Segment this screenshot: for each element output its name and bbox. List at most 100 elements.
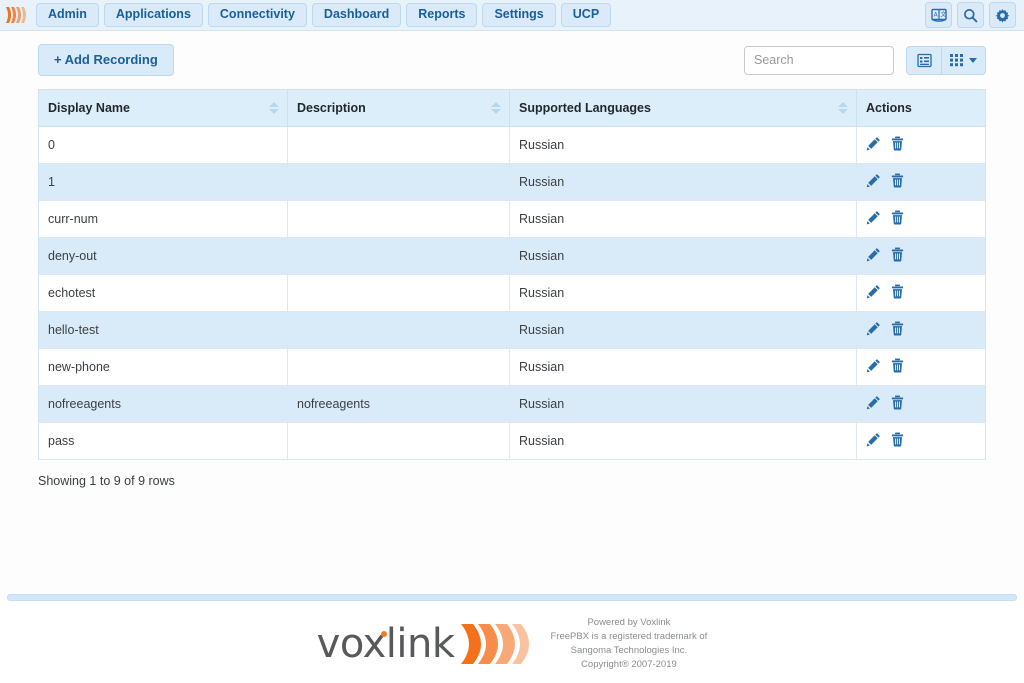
plus-icon: + <box>54 52 62 67</box>
sidebar-item-dashboard[interactable]: Dashboard <box>311 3 402 27</box>
view-button-group <box>906 45 986 75</box>
gear-icon <box>995 8 1010 23</box>
toolbar-right <box>744 45 986 75</box>
sidebar-item-applications[interactable]: Applications <box>103 3 203 27</box>
column-label-display-name: Display Name <box>48 101 130 115</box>
footer-line-3: Sangoma Technologies Inc. <box>570 644 688 656</box>
table-row: 1 Russian <box>38 163 986 201</box>
voxlink-wave-logo-icon <box>460 623 529 664</box>
footer-line-4: Copyright® 2007-2019 <box>581 658 677 670</box>
footer-copyright-text: Powered by Voxlink FreePBX is a register… <box>551 616 708 672</box>
list-view-icon <box>916 53 932 67</box>
sidebar-item-reports[interactable]: Reports <box>406 3 478 27</box>
column-label-description: Description <box>297 101 366 115</box>
cell-actions <box>856 200 986 238</box>
cell-actions <box>856 422 986 460</box>
delete-icon <box>891 173 904 188</box>
cell-description <box>287 200 510 238</box>
edit-recording-button[interactable] <box>866 210 881 228</box>
sidebar-item-connectivity[interactable]: Connectivity <box>207 3 307 27</box>
sort-arrows-icon[interactable] <box>491 102 501 114</box>
voxlink-i-dot <box>380 630 387 637</box>
sidebar-item-settings[interactable]: Settings <box>482 3 556 27</box>
table-row: deny-out Russian <box>38 237 986 275</box>
footer-divider <box>7 594 1017 601</box>
table-row: new-phone Russian <box>38 348 986 386</box>
table-header-row: Display Name Description Supported Langu… <box>38 89 986 127</box>
cell-display-name: 1 <box>38 163 288 201</box>
cell-display-name: echotest <box>38 274 288 312</box>
sort-arrows-icon[interactable] <box>838 102 848 114</box>
delete-recording-button[interactable] <box>890 432 905 450</box>
settings-gear-button[interactable] <box>989 2 1016 28</box>
cell-description <box>287 163 510 201</box>
column-header-display-name[interactable]: Display Name <box>38 89 288 127</box>
delete-recording-button[interactable] <box>890 210 905 228</box>
nav-label-connectivity: Connectivity <box>219 7 295 21</box>
nav-right-icons: A 文 <box>925 2 1016 28</box>
column-header-description[interactable]: Description <box>287 89 510 127</box>
language-button[interactable]: A 文 <box>925 2 952 28</box>
nav-label-settings: Settings <box>494 7 544 21</box>
edit-icon <box>866 396 880 410</box>
cell-display-name: hello-test <box>38 311 288 349</box>
add-recording-button[interactable]: + Add Recording <box>38 44 174 76</box>
nav-label-admin: Admin <box>48 7 87 21</box>
search-input[interactable] <box>744 45 894 75</box>
column-header-actions: Actions <box>856 89 986 127</box>
edit-recording-button[interactable] <box>866 358 881 376</box>
table-body: 0 Russian 1 Russian curr-num Russian deny-out R… <box>38 126 986 460</box>
delete-recording-button[interactable] <box>890 321 905 339</box>
cell-description: nofreeagents <box>287 385 510 423</box>
recordings-table-wrapper: Display Name Description Supported Langu… <box>0 76 1024 460</box>
sort-arrows-icon[interactable] <box>269 102 279 114</box>
edit-recording-button[interactable] <box>866 432 881 450</box>
cell-actions <box>856 385 986 423</box>
table-row: pass Russian <box>38 422 986 460</box>
sidebar-item-admin[interactable]: Admin <box>36 3 99 27</box>
cell-supported-languages: Russian <box>509 126 857 164</box>
edit-recording-button[interactable] <box>866 395 881 413</box>
cell-supported-languages: Russian <box>509 237 857 275</box>
cell-supported-languages: Russian <box>509 348 857 386</box>
edit-icon <box>866 248 880 262</box>
delete-recording-button[interactable] <box>890 284 905 302</box>
cell-actions <box>856 274 986 312</box>
edit-recording-button[interactable] <box>866 321 881 339</box>
voxlink-wave-logo-icon <box>6 7 26 23</box>
column-label-actions: Actions <box>866 101 912 115</box>
column-header-supported-languages[interactable]: Supported Languages <box>509 89 857 127</box>
cell-description <box>287 422 510 460</box>
edit-recording-button[interactable] <box>866 284 881 302</box>
delete-recording-button[interactable] <box>890 136 905 154</box>
brand-logo[interactable] <box>4 5 30 25</box>
edit-icon <box>866 359 880 373</box>
svg-text:A: A <box>933 11 938 18</box>
delete-recording-button[interactable] <box>890 395 905 413</box>
cell-display-name: new-phone <box>38 348 288 386</box>
table-row: nofreeagents nofreeagents Russian <box>38 385 986 423</box>
edit-icon <box>866 322 880 336</box>
edit-icon <box>866 433 880 447</box>
search-button[interactable] <box>957 2 984 28</box>
delete-recording-button[interactable] <box>890 247 905 265</box>
edit-recording-button[interactable] <box>866 247 881 265</box>
page-footer: voxlink Powered by Voxlink FreePBX is a … <box>0 604 1024 683</box>
edit-recording-button[interactable] <box>866 136 881 154</box>
cell-display-name: curr-num <box>38 200 288 238</box>
showing-rows-status: Showing 1 to 9 of 9 rows <box>38 474 175 488</box>
sidebar-item-ucp[interactable]: UCP <box>560 3 612 27</box>
delete-icon <box>891 432 904 447</box>
grid-columns-icon <box>950 54 963 67</box>
toggle-list-view-button[interactable] <box>906 45 942 75</box>
delete-icon <box>891 321 904 336</box>
delete-recording-button[interactable] <box>890 358 905 376</box>
voxlink-word: voxlink <box>316 620 455 667</box>
chevron-down-icon <box>969 57 977 63</box>
cell-supported-languages: Russian <box>509 274 857 312</box>
edit-recording-button[interactable] <box>866 173 881 191</box>
columns-dropdown-button[interactable] <box>942 45 986 75</box>
cell-display-name: 0 <box>38 126 288 164</box>
delete-icon <box>891 358 904 373</box>
delete-recording-button[interactable] <box>890 173 905 191</box>
